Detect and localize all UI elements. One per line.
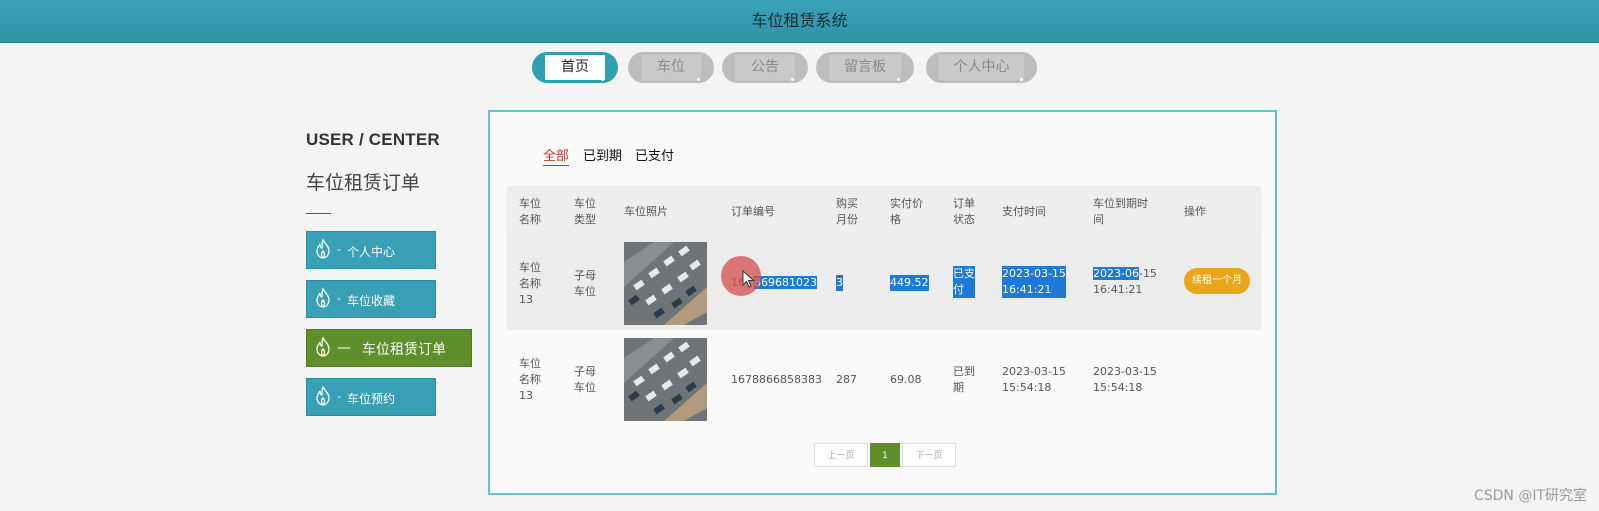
cursor-arrow-icon (742, 270, 755, 288)
cell-months: 3 (836, 275, 843, 291)
col-action-header: 操作 (1184, 205, 1206, 218)
cell-status: 已到 期 (953, 365, 975, 394)
col-pay-time-header: 支付时间 (1002, 205, 1046, 218)
cell-name: 车位 名称 13 (519, 357, 541, 402)
page-1-button[interactable]: 1 (870, 443, 900, 467)
parking-photo (624, 242, 707, 325)
app-title: 车位租赁系统 (751, 11, 848, 30)
nav-message-board-label: 留言板 (829, 55, 901, 80)
sidebar-divider (306, 213, 331, 214)
col-price-header: 实付价 格 (890, 197, 923, 226)
cell-pay-time: 2023-03-15 15:54:18 (1002, 365, 1066, 394)
sidebar-item-label: 车位收藏 (347, 294, 396, 308)
sidebar-item-label: 车位预约 (347, 392, 396, 406)
sidebar-item-label: 车位租赁订单 (362, 342, 446, 358)
order-no-selected: 869681023 (754, 276, 817, 289)
flame-icon (316, 385, 330, 406)
col-months-header: 购买 月份 (836, 197, 858, 226)
table-row: 车位 名称 13 子母 车位 1678866858383 287 69.08 已… (507, 330, 1261, 430)
flame-icon (316, 238, 330, 259)
sidebar-item-rental-orders[interactable]: — 车位租赁订单 (306, 329, 472, 367)
cell-order-no: 1678866858383 (731, 373, 822, 386)
nav-parking-label: 车位 (641, 55, 701, 80)
nav-personal-center-label: 个人中心 (939, 55, 1024, 80)
table-header: 车位 名称 车位 类型 车位照片 订单编号 购买 月份 实付价 格 订单 状态 … (507, 186, 1261, 238)
flame-icon (316, 336, 330, 357)
next-page-button[interactable]: 下一页 (902, 443, 956, 467)
cell-expire-time: 2023-06-15 16:41:21 (1093, 266, 1157, 298)
sidebar-item-label: 个人中心 (347, 245, 396, 259)
cell-price: 449.52 (890, 275, 929, 291)
sidebar-item-dash: - (337, 390, 341, 403)
sidebar-subtitle: 车位租赁订单 (306, 172, 421, 194)
col-status-header: 订单 状态 (953, 197, 975, 226)
tab-expired[interactable]: 已到期 (583, 145, 622, 164)
flame-icon (316, 287, 330, 308)
sidebar-item-dash: - (337, 292, 341, 305)
nav-notice[interactable]: 公告 (722, 52, 808, 83)
sidebar-item-reservation[interactable]: - 车位预约 (306, 378, 436, 416)
col-expire-header: 车位到期时 间 (1093, 197, 1148, 226)
cell-type: 子母 车位 (574, 269, 596, 298)
cell-expire-time: 2023-03-15 15:54:18 (1093, 365, 1157, 394)
tab-all[interactable]: 全部 (543, 145, 570, 166)
cell-type: 子母 车位 (574, 365, 596, 394)
col-order-no-header: 订单编号 (731, 205, 775, 218)
watermark: CSDN @IT研究室 (1473, 488, 1587, 504)
prev-page-button[interactable]: 上一页 (814, 443, 868, 467)
cell-status: 已支 付 (953, 266, 975, 298)
main-nav: 首页 车位 公告 留言板 个人中心 (0, 52, 1599, 86)
nav-home-label: 首页 (545, 55, 605, 80)
col-name-header: 车位 名称 (519, 197, 541, 226)
parking-photo (624, 338, 707, 421)
renew-button[interactable]: 续租一个月 (1184, 268, 1250, 294)
app-header: 车位租赁系统 (0, 0, 1599, 43)
nav-home[interactable]: 首页 (532, 52, 618, 83)
nav-parking[interactable]: 车位 (628, 52, 714, 83)
nav-personal-center[interactable]: 个人中心 (926, 52, 1037, 83)
tab-paid[interactable]: 已支付 (635, 145, 674, 164)
sidebar: USER / CENTER 车位租赁订单 - 个人中心 - 车位收藏 — 车位租… (306, 130, 476, 416)
cell-price: 69.08 (890, 373, 922, 386)
sidebar-item-dash: — (337, 340, 351, 356)
cell-name: 车位 名称 13 (519, 261, 541, 306)
table-row: 车位 名称 13 子母 车位 167869681023 3 449.52 已支 … (507, 238, 1261, 330)
sidebar-title: USER / CENTER (306, 130, 440, 149)
cell-pay-time: 2023-03-15 16:41:21 (1002, 266, 1066, 298)
col-type-header: 车位 类型 (574, 197, 596, 226)
expire-selected: 2023-06 (1093, 267, 1139, 280)
cell-months: 287 (836, 373, 857, 386)
nav-message-board[interactable]: 留言板 (816, 52, 914, 83)
orders-panel: 全部 已到期 已支付 车位 名称 车位 类型 车位照片 订单编号 购买 月份 实… (488, 110, 1277, 495)
sidebar-item-favorites[interactable]: - 车位收藏 (306, 280, 436, 318)
col-photo-header: 车位照片 (624, 205, 668, 218)
sidebar-item-dash: - (337, 243, 341, 256)
nav-notice-label: 公告 (735, 55, 795, 80)
sidebar-item-personal-center[interactable]: - 个人中心 (306, 231, 436, 269)
